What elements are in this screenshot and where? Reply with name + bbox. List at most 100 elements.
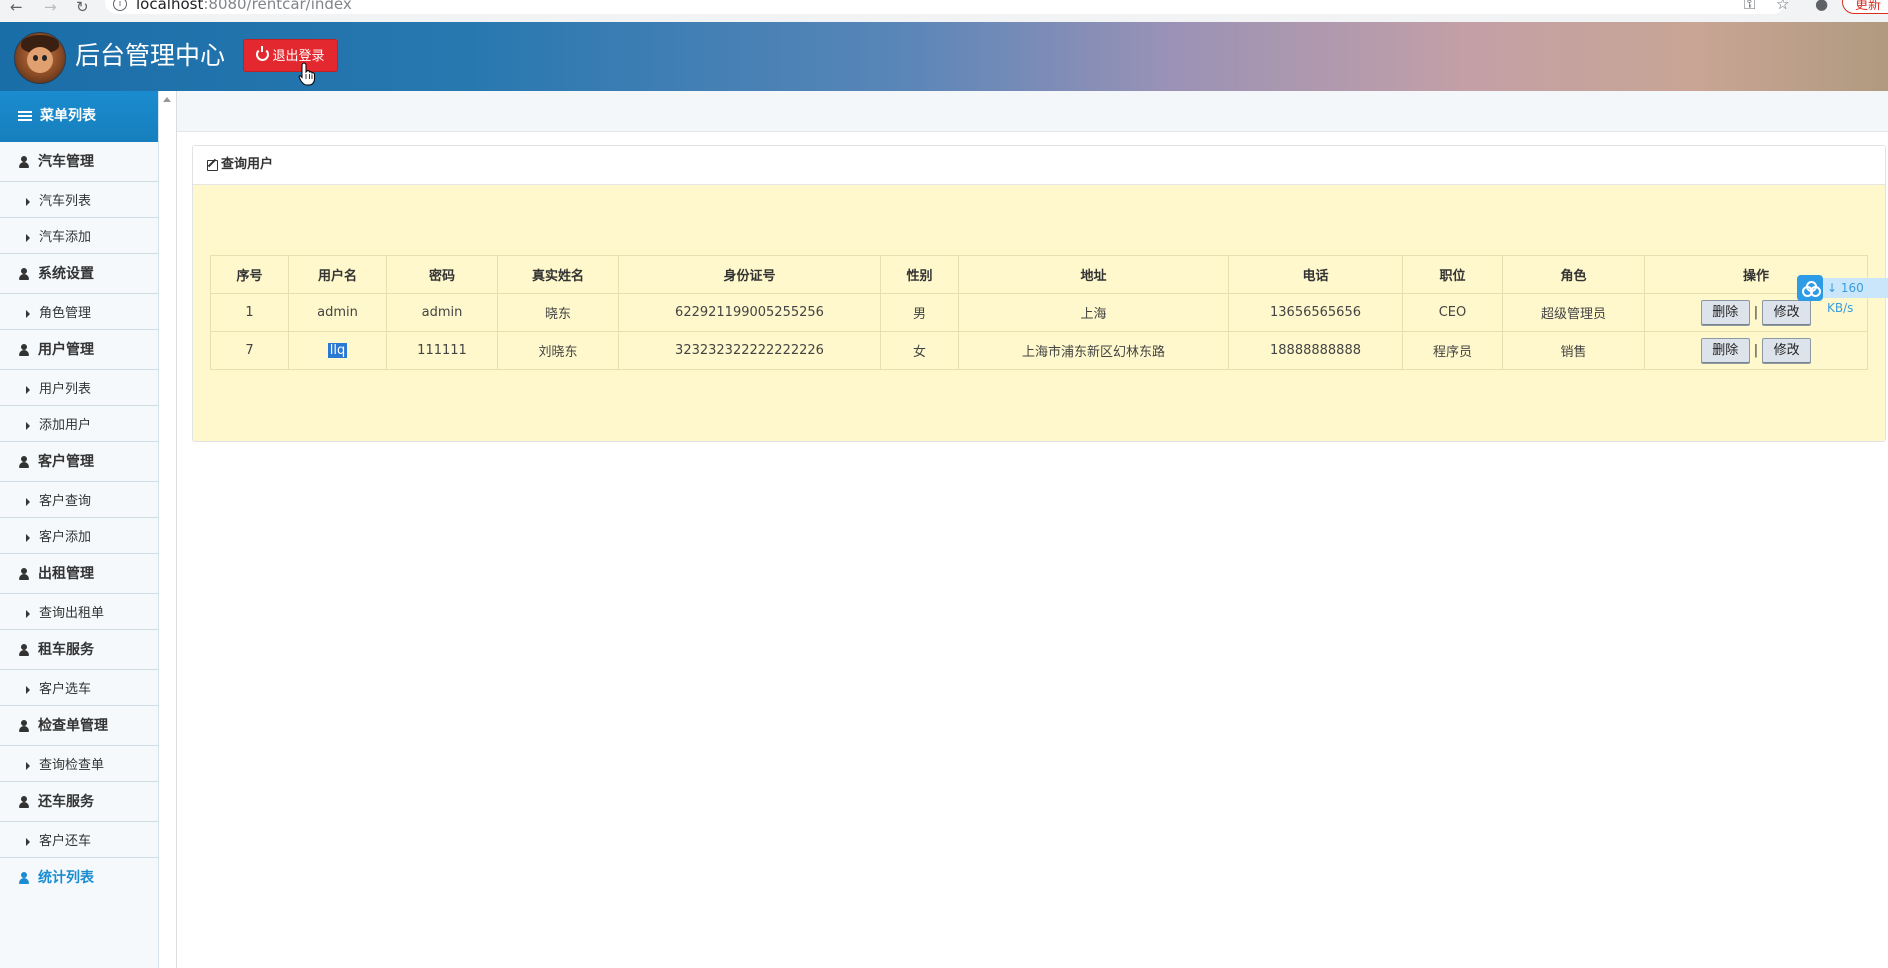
table-cell: 13656565656 [1228, 293, 1403, 332]
sidebar-heading: 菜单列表 [0, 91, 158, 142]
power-icon [256, 46, 270, 61]
scroll-up-icon[interactable] [163, 97, 171, 102]
column-header: 电话 [1228, 255, 1403, 294]
sidebar-item-add-user[interactable]: 添加用户 [0, 406, 158, 442]
sidebar-group-user-management[interactable]: 用户管理 [0, 330, 158, 370]
sidebar-group-car-management[interactable]: 汽车管理 [0, 142, 158, 182]
forward-arrow-icon[interactable]: → [44, 0, 57, 15]
profile-icon[interactable]: ● [1815, 0, 1828, 12]
user-icon [19, 720, 29, 732]
column-header: 序号 [210, 255, 289, 294]
user-icon [19, 644, 29, 656]
table-cell: 上海 [958, 293, 1229, 332]
sidebar-item-car-list[interactable]: 汽车列表 [0, 182, 158, 218]
caret-right-icon [26, 610, 30, 618]
sidebar-group-statistics[interactable]: 统计列表 [0, 858, 158, 898]
sidebar-item-role-management[interactable]: 角色管理 [0, 294, 158, 330]
avatar [14, 32, 66, 84]
table-cell: 超级管理员 [1502, 293, 1645, 332]
back-arrow-icon[interactable]: ← [10, 0, 23, 15]
browser-toolbar: ← → ↻ i localhost:8080/rentcar/index ⚿ ☆… [0, 0, 1888, 23]
caret-right-icon [26, 198, 30, 206]
user-icon [19, 796, 29, 808]
table-cell: admin [386, 293, 498, 332]
reload-icon[interactable]: ↻ [76, 0, 89, 15]
table-cell: admin [288, 293, 387, 332]
column-header: 性别 [880, 255, 959, 294]
sidebar-item-customer-add[interactable]: 客户添加 [0, 518, 158, 554]
table-cell: 程序员 [1402, 331, 1503, 370]
panel-body: 序号 用户名 密码 真实姓名 身份证号 性别 地址 电话 职位 角色 操作 1 … [193, 185, 1885, 441]
actions-cell: 删除 | 修改 [1644, 331, 1868, 370]
sidebar-item-user-list[interactable]: 用户列表 [0, 370, 158, 406]
sidebar-group-inspection-management[interactable]: 检查单管理 [0, 706, 158, 746]
download-speed: ↓ 160 KB/s [1823, 278, 1888, 315]
column-header: 用户名 [288, 255, 387, 294]
panel-header: 查询用户 [193, 146, 1885, 185]
sidebar-item-customer-choose-car[interactable]: 客户选车 [0, 670, 158, 706]
caret-right-icon [26, 762, 30, 770]
column-header: 密码 [386, 255, 498, 294]
caret-right-icon [26, 498, 30, 506]
table-row: 1 admin admin 晓东 622921199005255256 男 上海… [210, 293, 1868, 332]
column-header: 地址 [958, 255, 1229, 294]
caret-right-icon [26, 234, 30, 242]
table-cell: 销售 [1502, 331, 1645, 370]
key-icon[interactable]: ⚿ [1744, 0, 1755, 12]
sidebar-item-query-rental[interactable]: 查询出租单 [0, 594, 158, 630]
sidebar-group-return-service[interactable]: 还车服务 [0, 782, 158, 822]
users-table: 序号 用户名 密码 真实姓名 身份证号 性别 地址 电话 职位 角色 操作 1 … [210, 255, 1868, 370]
query-users-panel: 查询用户 序号 用户名 密码 真实姓名 身份证号 性别 地址 电话 职位 角色 … [192, 145, 1886, 442]
address-bar[interactable] [105, 0, 1785, 14]
logout-button[interactable]: 退出登录 [243, 39, 338, 72]
sidebar-item-customer-return[interactable]: 客户还车 [0, 822, 158, 858]
sidebar-scrollbar[interactable] [159, 91, 177, 968]
sidebar-group-customer-management[interactable]: 客户管理 [0, 442, 158, 482]
column-header: 身份证号 [618, 255, 881, 294]
selected-username: llq [327, 343, 348, 358]
user-icon [19, 344, 29, 356]
user-icon [19, 268, 29, 280]
delete-button[interactable]: 删除 [1700, 337, 1750, 364]
table-cell: 女 [880, 331, 959, 370]
user-icon [19, 872, 29, 884]
url-text[interactable]: localhost:8080/rentcar/index [136, 0, 352, 12]
sidebar-group-rental-management[interactable]: 出租管理 [0, 554, 158, 594]
caret-right-icon [26, 534, 30, 542]
edit-button[interactable]: 修改 [1762, 299, 1812, 326]
sidebar-item-car-add[interactable]: 汽车添加 [0, 218, 158, 254]
table-cell: 刘晓东 [497, 331, 619, 370]
sidebar-item-query-inspection[interactable]: 查询检查单 [0, 746, 158, 782]
caret-right-icon [26, 686, 30, 694]
table-cell: 晓东 [497, 293, 619, 332]
action-separator: | [1753, 305, 1759, 320]
star-icon[interactable]: ☆ [1776, 0, 1789, 12]
caret-right-icon [26, 422, 30, 430]
content-top-strip [177, 91, 1888, 132]
action-separator: | [1753, 343, 1759, 358]
table-cell: 323232322222222226 [618, 331, 881, 370]
table-cell: 111111 [386, 331, 498, 370]
column-header: 角色 [1502, 255, 1645, 294]
table-cell: llq [288, 331, 387, 370]
download-arrow-icon: ↓ [1827, 281, 1838, 295]
table-header-row: 序号 用户名 密码 真实姓名 身份证号 性别 地址 电话 职位 角色 操作 [210, 255, 1868, 294]
sidebar-group-rent-service[interactable]: 租车服务 [0, 630, 158, 670]
browser-update-button[interactable]: 更新 [1842, 0, 1888, 14]
user-icon [19, 456, 29, 468]
delete-button[interactable]: 删除 [1700, 299, 1750, 326]
table-cell: 男 [880, 293, 959, 332]
sidebar-item-customer-query[interactable]: 客户查询 [0, 482, 158, 518]
column-header: 职位 [1402, 255, 1503, 294]
table-cell: 上海市浦东新区幻林东路 [958, 331, 1229, 370]
sidebar: 菜单列表 汽车管理 汽车列表 汽车添加 系统设置 角色管理 用户管理 用户列表 … [0, 91, 159, 968]
download-speed-widget[interactable]: ↓ 160 KB/s [1797, 275, 1888, 315]
hand-cursor-icon [298, 62, 315, 86]
panel-title: 查询用户 [221, 157, 274, 172]
edit-button[interactable]: 修改 [1762, 337, 1812, 364]
table-row: 7 llq 111111 刘晓东 323232322222222226 女 上海… [210, 331, 1868, 370]
user-icon [19, 568, 29, 580]
cloud-icon[interactable] [1797, 275, 1823, 301]
sidebar-group-system-settings[interactable]: 系统设置 [0, 254, 158, 294]
list-icon [18, 111, 32, 121]
